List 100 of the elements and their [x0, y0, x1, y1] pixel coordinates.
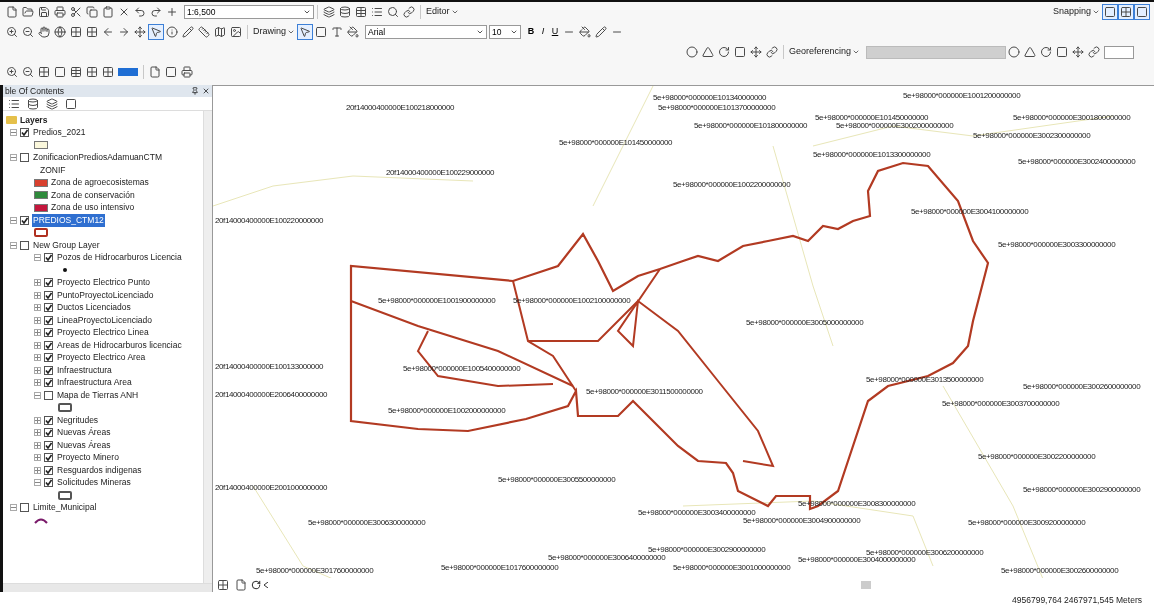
pencil-icon[interactable] — [180, 24, 196, 40]
pin-icon[interactable] — [191, 87, 199, 95]
collapse-toggle[interactable] — [10, 129, 17, 137]
layer-name[interactable]: Mapa de Tierras ANH — [56, 388, 140, 402]
collapse-toggle[interactable] — [34, 254, 41, 262]
grid-icon[interactable] — [68, 24, 84, 40]
zoom-out-icon[interactable] — [20, 64, 36, 80]
square-icon[interactable] — [1102, 4, 1118, 20]
rectangle-icon[interactable] — [313, 24, 329, 40]
layer-name[interactable]: New Group Layer — [32, 238, 101, 252]
scale-field[interactable]: 1:6,500 — [184, 5, 314, 19]
layer-checkbox[interactable] — [44, 315, 53, 325]
layer-name[interactable]: Proyecto Electrico Punto — [56, 276, 152, 290]
layer-checkbox[interactable] — [44, 378, 53, 388]
page-icon[interactable] — [233, 577, 249, 593]
copy-icon[interactable] — [84, 4, 100, 20]
collapse-toggle[interactable] — [34, 391, 41, 399]
printer-icon[interactable] — [179, 64, 195, 80]
database-icon[interactable] — [25, 95, 41, 112]
scrollbar[interactable] — [203, 111, 212, 583]
table-icon[interactable] — [353, 4, 369, 20]
map-icon[interactable] — [212, 24, 228, 40]
layers-icon[interactable] — [321, 4, 337, 20]
globe-icon[interactable] — [52, 24, 68, 40]
table-icon[interactable] — [68, 64, 84, 80]
layer-checkbox[interactable] — [20, 503, 29, 513]
link-icon[interactable] — [1086, 44, 1103, 60]
grid-icon[interactable] — [100, 64, 116, 80]
grid-icon[interactable] — [36, 64, 52, 80]
underline-button[interactable]: U — [549, 25, 561, 39]
layer-checkbox[interactable] — [44, 328, 53, 338]
layer-checkbox[interactable] — [44, 353, 53, 363]
expand-toggle[interactable] — [34, 341, 41, 349]
layer-checkbox[interactable] — [44, 365, 53, 375]
expand-toggle[interactable] — [34, 416, 41, 424]
expand-toggle[interactable] — [34, 354, 41, 362]
horizontal-scrollbar[interactable] — [3, 583, 212, 592]
layer-checkbox[interactable] — [20, 128, 29, 138]
close-icon[interactable] — [202, 87, 210, 95]
font-size-field[interactable]: 10 — [489, 25, 521, 39]
fill-icon[interactable] — [345, 24, 361, 40]
layer-checkbox[interactable] — [44, 253, 53, 263]
layer-name[interactable]: Proyecto Electrico Linea — [56, 326, 150, 340]
layer-checkbox[interactable] — [44, 428, 53, 438]
layer-checkbox[interactable] — [44, 440, 53, 450]
layer-name[interactable]: Predios_2021 — [32, 126, 87, 140]
layers-root[interactable]: Layers — [20, 113, 48, 127]
expand-toggle[interactable] — [34, 441, 41, 449]
scroll-left-icon[interactable] — [263, 582, 269, 588]
square-icon[interactable] — [163, 64, 179, 80]
square-icon[interactable] — [1134, 4, 1150, 20]
grid-icon[interactable] — [84, 24, 100, 40]
layer-name[interactable]: LineaProyectoLicenciado — [56, 313, 153, 327]
layer-checkbox[interactable] — [44, 290, 53, 300]
layer-checkbox[interactable] — [44, 278, 53, 288]
layer-name[interactable]: Negritudes — [56, 413, 100, 427]
layer-name[interactable]: Limite_Municipal — [32, 501, 98, 515]
clipboard-icon[interactable] — [100, 4, 116, 20]
layer-name[interactable]: Solicitudes Mineras — [56, 476, 132, 490]
circle-icon[interactable] — [1006, 44, 1023, 60]
zoom-in-icon[interactable] — [4, 24, 20, 40]
expand-toggle[interactable] — [34, 379, 41, 387]
hand-icon[interactable] — [36, 24, 52, 40]
grid-icon[interactable] — [84, 64, 100, 80]
collapse-toggle[interactable] — [34, 479, 41, 487]
layer-checkbox[interactable] — [44, 465, 53, 475]
info-icon[interactable] — [164, 24, 180, 40]
expand-toggle[interactable] — [34, 366, 41, 374]
layer-checkbox[interactable] — [44, 478, 53, 488]
layer-checkbox[interactable] — [20, 215, 29, 225]
layer-name[interactable]: Infraestructura Area — [56, 376, 133, 390]
expand-toggle[interactable] — [34, 279, 41, 287]
zoom-in-icon[interactable] — [4, 64, 20, 80]
bold-button[interactable]: B — [525, 25, 537, 39]
layers-icon[interactable] — [44, 95, 60, 112]
save-icon[interactable] — [36, 4, 52, 20]
printer-icon[interactable] — [52, 4, 68, 20]
layer-name[interactable]: PuntoProyectoLicenciado — [56, 288, 155, 302]
layer-checkbox[interactable] — [44, 453, 53, 463]
undo-icon[interactable] — [132, 4, 148, 20]
collapse-toggle[interactable] — [10, 241, 17, 249]
zoom-out-icon[interactable] — [20, 24, 36, 40]
collapse-toggle[interactable] — [10, 216, 17, 224]
layer-name[interactable]: Pozos de Hidrocarburos Licencia — [56, 251, 183, 265]
drawing-menu[interactable]: Drawing — [251, 25, 297, 39]
font-field[interactable]: Arial — [365, 25, 487, 39]
redo-icon[interactable] — [148, 4, 164, 20]
grid-icon[interactable] — [215, 577, 231, 593]
layer-checkbox[interactable] — [44, 390, 53, 400]
expand-toggle[interactable] — [34, 429, 41, 437]
triangle-icon[interactable] — [700, 44, 716, 60]
snapping-menu[interactable]: Snapping — [1050, 5, 1102, 19]
layer-name[interactable]: Ductos Licenciados — [56, 301, 132, 315]
circle-icon[interactable] — [684, 44, 700, 60]
search-icon[interactable] — [385, 4, 401, 20]
italic-button[interactable]: I — [537, 25, 549, 39]
layer-name[interactable]: PREDIOS_CTM12 — [32, 213, 105, 227]
image-icon[interactable] — [228, 24, 244, 40]
layer-checkbox[interactable] — [44, 303, 53, 313]
move-icon[interactable] — [748, 44, 764, 60]
